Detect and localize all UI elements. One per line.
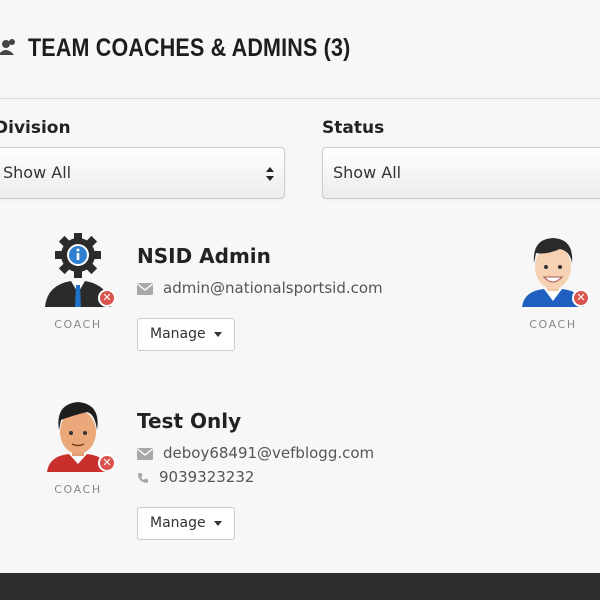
division-select[interactable]: Show All	[0, 147, 285, 199]
member-email[interactable]: admin@nationalsportsid.com	[137, 279, 383, 297]
divider	[0, 98, 600, 99]
member-role: COACH	[54, 483, 102, 496]
member-phone[interactable]: 9039323232	[137, 468, 254, 486]
member-role: COACH	[54, 318, 102, 331]
manage-button-label: Manage	[150, 326, 206, 342]
remove-badge-icon[interactable]: ✕	[98, 289, 116, 307]
avatar: ✕	[41, 398, 116, 472]
page-title: TEAM COACHES & ADMINS (3)	[28, 34, 351, 62]
member-name: Test Only	[137, 409, 242, 433]
envelope-icon	[137, 282, 153, 295]
select-arrows-icon	[266, 167, 274, 181]
member-role: COACH	[529, 318, 577, 331]
member-email-text: deboy68491@vefblogg.com	[163, 444, 375, 462]
footer-bar	[0, 573, 600, 600]
member-email[interactable]: deboy68491@vefblogg.com	[137, 444, 374, 462]
member-phone-text: 9039323232	[159, 468, 255, 486]
page-header: TEAM COACHES & ADMINS (3)	[0, 0, 600, 98]
phone-icon	[138, 472, 148, 483]
caret-down-icon	[213, 520, 222, 526]
member-email-text: admin@nationalsportsid.com	[163, 279, 383, 297]
division-select-value: Show All	[3, 163, 72, 182]
status-label: Status	[322, 118, 385, 138]
remove-badge-icon[interactable]: ✕	[572, 289, 590, 307]
envelope-icon	[137, 447, 153, 460]
division-label: Division	[0, 118, 71, 138]
remove-badge-icon[interactable]: ✕	[98, 454, 116, 472]
manage-button[interactable]: Manage	[137, 318, 235, 351]
manage-button-label: Manage	[150, 515, 206, 531]
caret-down-icon	[213, 331, 222, 337]
avatar: ✕	[516, 233, 590, 307]
users-icon	[0, 39, 15, 55]
member-name: NSID Admin	[137, 244, 271, 268]
status-select[interactable]: Show All	[322, 147, 600, 199]
avatar: ✕	[41, 233, 116, 307]
status-select-value: Show All	[333, 163, 402, 182]
manage-button[interactable]: Manage	[137, 507, 235, 540]
